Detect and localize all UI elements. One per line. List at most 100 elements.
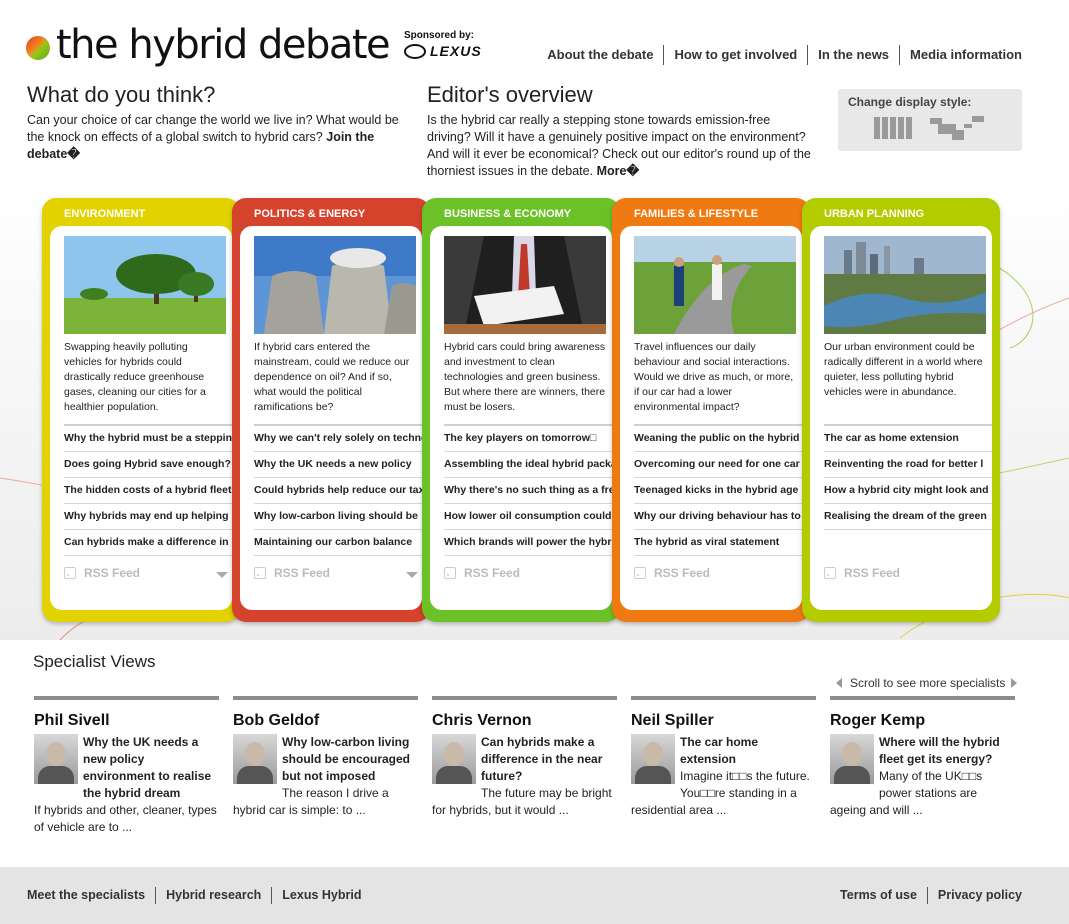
specialist-views-title: Specialist Views [33, 652, 156, 671]
footer-hybrid-research[interactable]: Hybrid research [155, 887, 271, 904]
business-economy-image [444, 236, 606, 334]
display-style-label: Change display style: [848, 95, 972, 109]
nav-in-the-news[interactable]: In the news [807, 45, 899, 65]
panel-link[interactable]: Why the UK needs a new policy [254, 451, 422, 477]
panel-title[interactable]: Politics & Energy [254, 208, 365, 220]
nav-about[interactable]: About the debate [537, 45, 663, 65]
specialist-photo[interactable] [830, 734, 874, 784]
scroll-down-icon[interactable] [216, 572, 228, 578]
panel-link[interactable]: Why hybrids may end up helping [64, 503, 232, 529]
specialist-body: The car home extension Imagine it□□s the… [631, 734, 816, 819]
sponsor-brand-text: LEXUS [430, 43, 482, 59]
nav-media-information[interactable]: Media information [899, 45, 1022, 65]
site-logo[interactable]: the hybrid debate [26, 22, 391, 68]
panel-link[interactable]: The hidden costs of a hybrid fleet [64, 477, 232, 503]
panel-link[interactable]: How a hybrid city might look and [824, 477, 992, 503]
panel-link[interactable]: The key players on tomorrow□ [444, 424, 612, 451]
rss-icon [444, 567, 456, 579]
panel-link[interactable]: Can hybrids make a difference in [64, 529, 232, 555]
panel-link[interactable]: Maintaining our carbon balance [254, 529, 422, 555]
footer-meet-specialists[interactable]: Meet the specialists [27, 887, 155, 904]
panel-description: Our urban environment could be radically… [824, 341, 983, 398]
specialist-name[interactable]: Bob Geldof [233, 712, 418, 730]
scroll-left-icon[interactable] [836, 678, 842, 688]
columns-view-icon[interactable] [874, 117, 912, 139]
panel-link[interactable]: Why we can't rely solely on technology [254, 424, 422, 451]
footer-lexus-hybrid[interactable]: Lexus Hybrid [271, 887, 371, 904]
rss-feed-link[interactable]: RSS Feed [634, 566, 710, 580]
panel-urban-planning: Urban Planning Our urban environment cou… [802, 198, 1000, 622]
sponsor-logo: LEXUS [404, 43, 494, 59]
specialist-body: Where will the hybrid fleet get its ener… [830, 734, 1015, 819]
environment-image [64, 236, 226, 334]
panel-link[interactable]: Reinventing the road for better l [824, 451, 992, 477]
specialist-name[interactable]: Roger Kemp [830, 712, 1015, 730]
scroll-right-icon[interactable] [1011, 678, 1018, 688]
rss-label: RSS Feed [844, 566, 901, 580]
specialist-name[interactable]: Phil Sivell [34, 712, 219, 730]
panel-link[interactable]: Teenaged kicks in the hybrid age [634, 477, 802, 503]
scroll-specialists[interactable]: Scroll to see more specialists [836, 676, 1018, 690]
panel-business-economy: Business & Economy Hybrid cars could bri… [422, 198, 620, 622]
panel-links: Weaning the public on the hybrid Overcom… [634, 424, 802, 556]
scroll-note-text: Scroll to see more specialists [850, 676, 1006, 690]
specialist-excerpt: The reason I drive a hybrid car is simpl… [233, 786, 389, 817]
rss-feed-link[interactable]: RSS Feed [444, 566, 520, 580]
panel-link[interactable]: The car as home extension [824, 424, 992, 451]
panel-link[interactable]: The hybrid as viral statement [634, 529, 802, 555]
intro-left-text: Can your choice of car change the world … [27, 112, 412, 163]
panel-link[interactable]: How lower oil consumption could [444, 503, 612, 529]
panel-description: Travel influences our daily behaviour an… [634, 341, 794, 413]
panel-body: If hybrid cars entered the mainstream, c… [240, 226, 422, 610]
panel-title[interactable]: Families & Lifestyle [634, 208, 758, 220]
footer-privacy[interactable]: Privacy policy [926, 887, 1022, 904]
more-link[interactable]: More� [597, 164, 640, 178]
panel-link[interactable]: Why low-carbon living should be [254, 503, 422, 529]
panel-link[interactable]: Could hybrids help reduce our taxes [254, 477, 422, 503]
panel-link[interactable]: Why the hybrid must be a stepping stone [64, 424, 232, 451]
politics-energy-image [254, 236, 416, 334]
footer-terms[interactable]: Terms of use [840, 887, 927, 904]
specialist-photo[interactable] [432, 734, 476, 784]
rss-feed-link[interactable]: RSS Feed [254, 566, 330, 580]
specialist-name[interactable]: Chris Vernon [432, 712, 617, 730]
footer-nav-right: Terms of use Privacy policy [840, 887, 1022, 904]
panel-link[interactable]: Why our driving behaviour has to [634, 503, 802, 529]
panel-link[interactable]: Assembling the ideal hybrid package [444, 451, 612, 477]
panel-title[interactable]: Urban Planning [824, 208, 924, 220]
rss-icon [824, 567, 836, 579]
urban-planning-image [824, 236, 986, 334]
rss-feed-link[interactable]: RSS Feed [824, 566, 900, 580]
specialist-body: Why low-carbon living should be encourag… [233, 734, 418, 819]
specialist-photo[interactable] [631, 734, 675, 784]
panel-title[interactable]: Business & Economy [444, 208, 571, 220]
display-style-box: Change display style: [838, 89, 1022, 151]
panel-title[interactable]: Environment [64, 208, 145, 220]
logo-mark-icon [26, 36, 50, 60]
panel-description: Hybrid cars could bring awareness and in… [444, 341, 606, 413]
specialist-card: Neil Spiller The car home extension Imag… [631, 696, 816, 819]
nav-get-involved[interactable]: How to get involved [663, 45, 807, 65]
panel-description: If hybrid cars entered the mainstream, c… [254, 341, 410, 413]
intro-left-title: What do you think? [27, 82, 216, 107]
panel-links: Why we can't rely solely on technology W… [254, 424, 422, 556]
rss-feed-link[interactable]: RSS Feed [64, 566, 140, 580]
specialist-photo[interactable] [34, 734, 78, 784]
panel-description: Swapping heavily polluting vehicles for … [64, 341, 206, 413]
sponsor-block[interactable]: Sponsored by: LEXUS [404, 30, 494, 59]
panel-link[interactable]: Weaning the public on the hybrid [634, 424, 802, 451]
panel-link[interactable]: Does going Hybrid save enough? [64, 451, 232, 477]
scroll-down-icon[interactable] [406, 572, 418, 578]
specialist-card: Roger Kemp Where will the hybrid fleet g… [830, 696, 1015, 819]
specialist-photo[interactable] [233, 734, 277, 784]
specialist-name[interactable]: Neil Spiller [631, 712, 816, 730]
tree-view-icon[interactable] [930, 116, 986, 142]
panel-link[interactable]: Why there's no such thing as a free [444, 477, 612, 503]
rss-label: RSS Feed [464, 566, 521, 580]
panel-body: Travel influences our daily behaviour an… [620, 226, 802, 610]
specialist-body: Why the UK needs a new policy environmen… [34, 734, 219, 836]
panel-link[interactable]: Which brands will power the hybrid [444, 529, 612, 555]
panel-link[interactable]: Overcoming our need for one car [634, 451, 802, 477]
panel-link[interactable]: Realising the dream of the green [824, 503, 992, 529]
intro-right-title: Editor's overview [427, 82, 593, 107]
